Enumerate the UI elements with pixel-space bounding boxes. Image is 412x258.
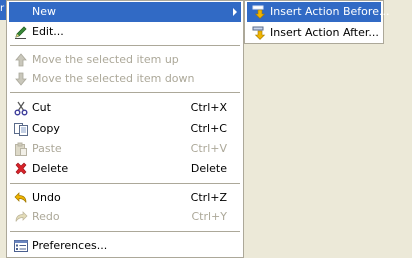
context-menu: New Edit... Move the selected item up Mo… bbox=[6, 0, 244, 258]
submenu-item-insert-after[interactable]: Insert Action After... bbox=[247, 23, 381, 43]
new-submenu: Insert Action Before... Insert Action Af… bbox=[244, 0, 389, 44]
arrow-up-icon bbox=[13, 52, 29, 68]
menu-item-cut[interactable]: Cut Ctrl+X bbox=[9, 98, 241, 118]
menu-item-label: Copy bbox=[32, 122, 60, 135]
menu-separator bbox=[10, 183, 240, 184]
menu-item-shortcut: Ctrl+V bbox=[190, 142, 227, 155]
insert-before-icon bbox=[251, 4, 267, 20]
menu-item-label: Insert Action Before... bbox=[270, 5, 390, 18]
paste-icon bbox=[13, 141, 29, 157]
submenu-item-insert-before[interactable]: Insert Action Before... bbox=[247, 2, 389, 22]
menu-item-edit[interactable]: Edit... bbox=[9, 22, 241, 42]
menu-item-shortcut: Ctrl+Y bbox=[191, 210, 227, 223]
menu-item-redo[interactable]: Redo Ctrl+Y bbox=[9, 207, 241, 227]
menu-item-label: Move the selected item up bbox=[32, 53, 179, 66]
menu-separator bbox=[10, 45, 240, 46]
delete-icon bbox=[13, 161, 29, 177]
menu-item-label: New bbox=[32, 5, 56, 18]
menu-item-new[interactable]: New bbox=[9, 2, 241, 22]
menu-item-move-up[interactable]: Move the selected item up bbox=[9, 50, 241, 70]
redo-icon bbox=[13, 209, 29, 225]
undo-icon bbox=[13, 190, 29, 206]
menu-item-label: Undo bbox=[32, 191, 61, 204]
menu-item-move-down[interactable]: Move the selected item down bbox=[9, 69, 241, 89]
menu-item-copy[interactable]: Copy Ctrl+C bbox=[9, 119, 241, 139]
menu-separator bbox=[10, 231, 240, 232]
menu-item-label: Move the selected item down bbox=[32, 72, 195, 85]
menu-separator bbox=[10, 92, 240, 93]
menu-item-label: Delete bbox=[32, 162, 69, 175]
insert-after-icon bbox=[251, 25, 267, 41]
menu-item-label: Edit... bbox=[32, 25, 64, 38]
menu-item-label: Paste bbox=[32, 142, 62, 155]
scissors-icon bbox=[13, 100, 29, 116]
preferences-icon bbox=[13, 238, 29, 254]
submenu-arrow-icon bbox=[233, 8, 237, 16]
menu-item-shortcut: Delete bbox=[190, 162, 227, 175]
parent-menu-glyph: r bbox=[0, 3, 5, 14]
menu-item-paste[interactable]: Paste Ctrl+V bbox=[9, 139, 241, 159]
menu-item-delete[interactable]: Delete Delete bbox=[9, 159, 241, 179]
arrow-down-icon bbox=[13, 71, 29, 87]
menu-item-label: Preferences... bbox=[32, 239, 108, 252]
menu-item-shortcut: Ctrl+X bbox=[190, 101, 227, 114]
menu-item-shortcut: Ctrl+Z bbox=[190, 191, 227, 204]
menu-item-label: Cut bbox=[32, 101, 51, 114]
menu-item-preferences[interactable]: Preferences... bbox=[9, 236, 241, 256]
menu-item-undo[interactable]: Undo Ctrl+Z bbox=[9, 188, 241, 208]
menu-item-shortcut: Ctrl+C bbox=[190, 122, 227, 135]
menu-item-label: Insert Action After... bbox=[270, 26, 379, 39]
pencil-icon bbox=[13, 24, 29, 40]
menu-item-label: Redo bbox=[32, 210, 60, 223]
copy-icon bbox=[13, 121, 29, 137]
